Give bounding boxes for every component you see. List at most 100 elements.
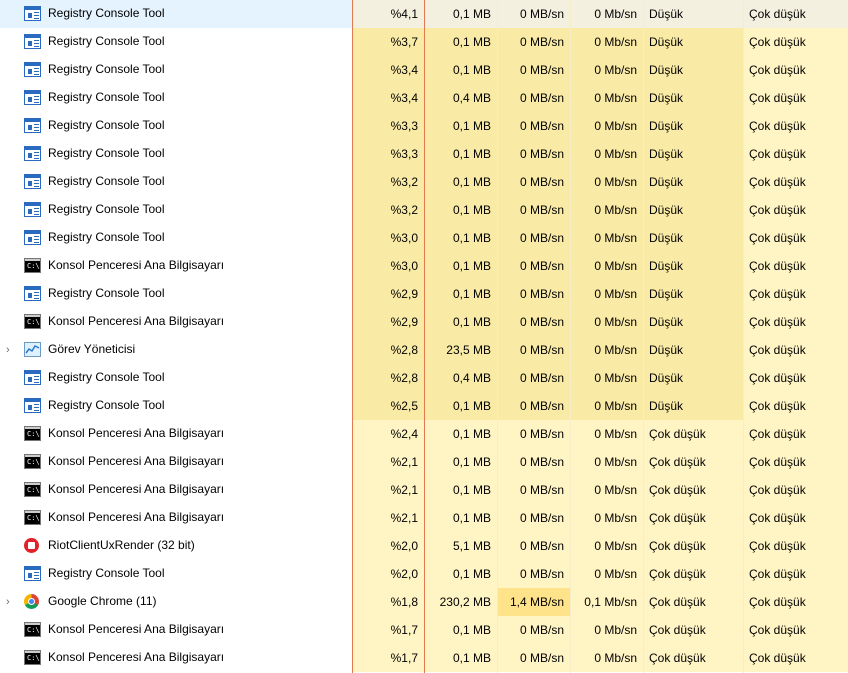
- disk-usage-cell: 0 MB/sn: [497, 252, 570, 280]
- registry-app-icon: [24, 6, 41, 21]
- cpu-usage-cell: %3,0: [352, 224, 424, 252]
- registry-app-icon: [24, 90, 41, 105]
- disk-usage-cell: 0 MB/sn: [497, 168, 570, 196]
- disk-usage-cell: 0 MB/sn: [497, 112, 570, 140]
- process-name: Registry Console Tool: [48, 90, 165, 104]
- network-usage-cell: 0 Mb/sn: [570, 168, 643, 196]
- chrome-icon: [24, 594, 39, 609]
- process-name-cell[interactable]: Registry Console Tool: [0, 140, 352, 168]
- process-name-cell[interactable]: C:\ Konsol Penceresi Ana Bilgisayarı: [0, 308, 352, 336]
- power-trend-cell: Çok düşük: [743, 420, 848, 448]
- process-name-cell[interactable]: Registry Console Tool: [0, 168, 352, 196]
- memory-usage-cell: 0,1 MB: [424, 140, 497, 168]
- riot-client-icon: [24, 538, 39, 553]
- process-name: Görev Yöneticisi: [48, 342, 136, 356]
- disk-usage-cell: 0 MB/sn: [497, 392, 570, 420]
- registry-app-icon: [24, 566, 41, 581]
- power-usage-cell: Çok düşük: [643, 588, 743, 616]
- cpu-usage-cell: %3,4: [352, 84, 424, 112]
- cpu-usage-cell: %3,3: [352, 140, 424, 168]
- power-usage-cell: Çok düşük: [643, 532, 743, 560]
- console-window-icon: C:\: [24, 650, 41, 665]
- process-name-cell[interactable]: C:\ Konsol Penceresi Ana Bilgisayarı: [0, 616, 352, 644]
- network-usage-cell: 0 Mb/sn: [570, 0, 643, 28]
- power-trend-cell: Çok düşük: [743, 112, 848, 140]
- process-name-cell[interactable]: C:\ Konsol Penceresi Ana Bilgisayarı: [0, 252, 352, 280]
- cpu-usage-cell: %3,4: [352, 56, 424, 84]
- power-trend-cell: Çok düşük: [743, 224, 848, 252]
- memory-usage-cell: 0,1 MB: [424, 196, 497, 224]
- process-name-cell[interactable]: › Google Chrome (11): [0, 588, 352, 616]
- power-usage-cell: Düşük: [643, 168, 743, 196]
- memory-usage-cell: 0,4 MB: [424, 84, 497, 112]
- power-trend-cell: Çok düşük: [743, 644, 848, 672]
- power-trend-cell: Çok düşük: [743, 280, 848, 308]
- process-name-cell[interactable]: C:\ Konsol Penceresi Ana Bilgisayarı: [0, 476, 352, 504]
- registry-app-icon: [24, 230, 41, 245]
- memory-usage-cell: 0,1 MB: [424, 56, 497, 84]
- disk-usage-cell: 0 MB/sn: [497, 644, 570, 672]
- disk-usage-cell: 1,4 MB/sn: [497, 588, 570, 616]
- memory-usage-cell: 0,1 MB: [424, 616, 497, 644]
- process-name-cell[interactable]: C:\ Konsol Penceresi Ana Bilgisayarı: [0, 644, 352, 672]
- console-window-icon: C:\: [24, 426, 41, 441]
- power-trend-cell: Çok düşük: [743, 336, 848, 364]
- process-name-cell[interactable]: Registry Console Tool: [0, 364, 352, 392]
- process-name-cell[interactable]: Registry Console Tool: [0, 84, 352, 112]
- power-trend-cell: Çok düşük: [743, 504, 848, 532]
- network-usage-cell: 0 Mb/sn: [570, 28, 643, 56]
- disk-usage-cell: 0 MB/sn: [497, 28, 570, 56]
- process-name-cell[interactable]: C:\ Konsol Penceresi Ana Bilgisayarı: [0, 420, 352, 448]
- process-name-cell[interactable]: Registry Console Tool: [0, 280, 352, 308]
- process-name-cell[interactable]: Registry Console Tool: [0, 28, 352, 56]
- process-name-cell[interactable]: Registry Console Tool: [0, 224, 352, 252]
- power-usage-cell: Düşük: [643, 308, 743, 336]
- process-name: Konsol Penceresi Ana Bilgisayarı: [48, 258, 225, 272]
- process-name-cell[interactable]: RiotClientUxRender (32 bit): [0, 532, 352, 560]
- expand-chevron-icon[interactable]: ›: [6, 344, 16, 356]
- disk-usage-cell: 0 MB/sn: [497, 532, 570, 560]
- process-name: Registry Console Tool: [48, 118, 165, 132]
- cpu-usage-cell: %3,3: [352, 112, 424, 140]
- power-usage-cell: Çok düşük: [643, 420, 743, 448]
- registry-app-icon: [24, 118, 41, 133]
- memory-usage-cell: 0,1 MB: [424, 224, 497, 252]
- process-name-cell[interactable]: Registry Console Tool: [0, 56, 352, 84]
- console-window-icon: C:\: [24, 258, 41, 273]
- disk-usage-cell: 0 MB/sn: [497, 196, 570, 224]
- network-usage-cell: 0 Mb/sn: [570, 560, 643, 588]
- cpu-usage-cell: %3,7: [352, 28, 424, 56]
- process-name-cell[interactable]: C:\ Konsol Penceresi Ana Bilgisayarı: [0, 448, 352, 476]
- console-window-icon: C:\: [24, 482, 41, 497]
- process-name: Konsol Penceresi Ana Bilgisayarı: [48, 650, 225, 664]
- cpu-usage-cell: %3,0: [352, 252, 424, 280]
- console-prompt-glyph: C:\: [27, 430, 40, 438]
- process-name-cell[interactable]: Registry Console Tool: [0, 560, 352, 588]
- network-usage-cell: 0 Mb/sn: [570, 112, 643, 140]
- console-window-icon: C:\: [24, 314, 41, 329]
- registry-app-icon: [24, 62, 41, 77]
- column-separator: [570, 0, 571, 673]
- process-name-cell[interactable]: Registry Console Tool: [0, 0, 352, 28]
- cpu-usage-cell: %2,5: [352, 392, 424, 420]
- process-name: Registry Console Tool: [48, 286, 165, 300]
- power-trend-cell: Çok düşük: [743, 364, 848, 392]
- process-name-cell[interactable]: Registry Console Tool: [0, 392, 352, 420]
- process-name: Registry Console Tool: [48, 6, 165, 20]
- process-name-cell[interactable]: › Görev Yöneticisi: [0, 336, 352, 364]
- process-name: Registry Console Tool: [48, 566, 165, 580]
- power-usage-cell: Düşük: [643, 224, 743, 252]
- power-usage-cell: Düşük: [643, 84, 743, 112]
- expand-chevron-icon[interactable]: ›: [6, 596, 16, 608]
- disk-usage-cell: 0 MB/sn: [497, 504, 570, 532]
- process-name: RiotClientUxRender (32 bit): [48, 538, 195, 552]
- power-usage-cell: Düşük: [643, 112, 743, 140]
- power-usage-cell: Düşük: [643, 196, 743, 224]
- network-usage-cell: 0 Mb/sn: [570, 420, 643, 448]
- process-name-cell[interactable]: C:\ Konsol Penceresi Ana Bilgisayarı: [0, 504, 352, 532]
- network-usage-cell: 0 Mb/sn: [570, 280, 643, 308]
- process-name-cell[interactable]: Registry Console Tool: [0, 196, 352, 224]
- process-name-cell[interactable]: Registry Console Tool: [0, 112, 352, 140]
- console-prompt-glyph: C:\: [27, 486, 40, 494]
- disk-usage-cell: 0 MB/sn: [497, 616, 570, 644]
